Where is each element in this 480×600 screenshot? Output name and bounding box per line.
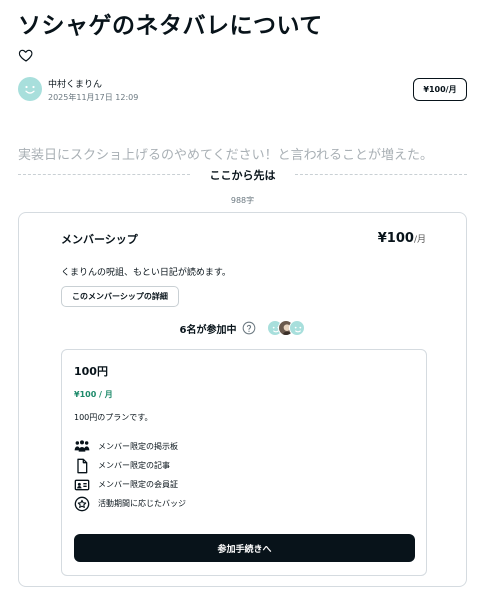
participant-avatar [289, 320, 306, 336]
badge-icon [74, 496, 90, 512]
article-excerpt: 実装日にスクショ上げるのやめてください！と言われることが増えた。 [18, 148, 433, 163]
benefit-label: メンバー限定の会員証 [98, 480, 178, 489]
benefit-label: メンバー限定の掲示板 [98, 442, 178, 451]
id-card-icon [74, 477, 90, 493]
membership-title: メンバーシップ [61, 233, 138, 246]
membership-price: ¥100/月 [378, 231, 426, 246]
benefit-item: メンバー限定の記事 [74, 456, 186, 475]
participants-count: 6名が参加中 [179, 324, 237, 336]
join-button[interactable]: 参加手続きへ [74, 534, 415, 562]
people-icon [74, 439, 90, 455]
article-title: ソシャゲのネタバレについて [18, 13, 323, 39]
plan-name: 100円 [74, 365, 108, 378]
heart-icon[interactable] [18, 47, 34, 63]
membership-price-period: /月 [413, 235, 426, 245]
help-icon[interactable] [242, 321, 256, 335]
participants-row: 6名が参加中 [19, 319, 466, 337]
benefit-list: メンバー限定の掲示板 メンバー限定の記事 メンバー限定の会員証 活動期間に応じた… [74, 437, 186, 513]
membership-price-amount: ¥100 [377, 231, 414, 246]
divider-line-right [295, 174, 467, 175]
membership-description: くまりんの呪詛、もとい日記が読めます。 [61, 268, 231, 278]
author-avatar[interactable] [18, 77, 42, 101]
membership-detail-button[interactable]: このメンバーシップの詳細 [61, 286, 179, 307]
char-count: 988字 [230, 196, 255, 205]
plan-description: 100円のプランです。 [74, 413, 153, 422]
author-name[interactable]: 中村くまりん [48, 77, 102, 90]
price-button[interactable]: ¥100/月 [413, 78, 467, 101]
membership-card: メンバーシップ ¥100/月 くまりんの呪詛、もとい日記が読めます。 このメンバ… [18, 212, 467, 587]
benefit-item: メンバー限定の会員証 [74, 475, 186, 494]
paywall-label: ここから先は [209, 169, 276, 182]
benefit-label: 活動期間に応じたバッジ [98, 499, 186, 508]
plan-price: ¥100 / 月 [74, 390, 113, 399]
plan-card: 100円 ¥100 / 月 100円のプランです。 メンバー限定の掲示板 メンバ… [61, 349, 427, 576]
benefit-label: メンバー限定の記事 [98, 461, 170, 470]
paywall-divider: ここから先は [18, 165, 467, 183]
benefit-item: 活動期間に応じたバッジ [74, 494, 186, 513]
benefit-item: メンバー限定の掲示板 [74, 437, 186, 456]
post-date: 2025年11月17日 12:09 [48, 93, 139, 102]
document-icon [74, 458, 90, 474]
participant-avatars[interactable] [267, 320, 306, 336]
